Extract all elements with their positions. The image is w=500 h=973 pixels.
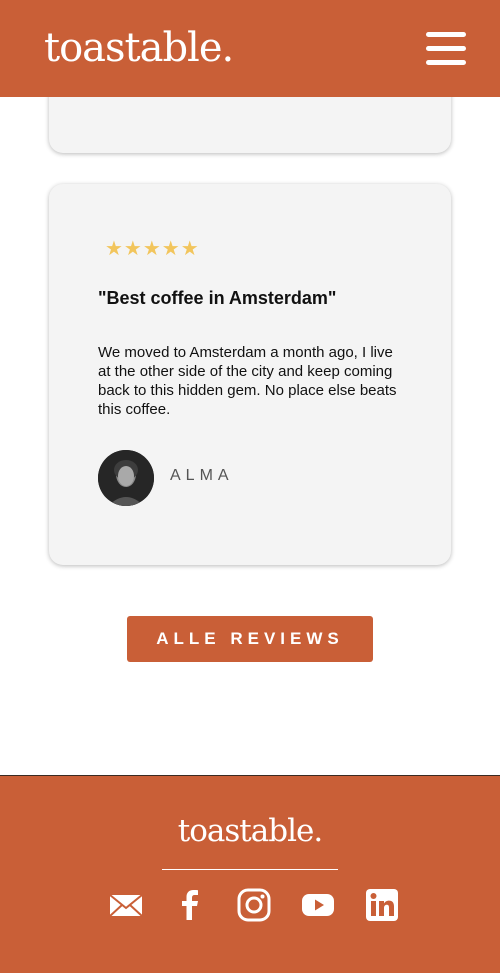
linkedin-icon[interactable] [364, 887, 400, 923]
youtube-icon[interactable] [300, 887, 336, 923]
menu-bar [426, 60, 466, 65]
reviewer-name: ALMA [170, 467, 234, 484]
menu-bar [426, 46, 466, 51]
site-footer: toastable. [0, 775, 500, 973]
instagram-icon[interactable] [236, 887, 272, 923]
facebook-icon[interactable] [172, 887, 208, 923]
menu-bar [426, 32, 466, 37]
all-reviews-button[interactable]: ALLE REVIEWS [127, 616, 373, 662]
review-title: "Best coffee in Amsterdam" [98, 288, 337, 308]
footer-divider [162, 869, 338, 870]
footer-logo[interactable]: toastable. [0, 811, 500, 851]
review-card: ★★★★★ "Best coffee in Amsterdam" We move… [49, 184, 451, 565]
review-text: We moved to Amsterdam a month ago, I liv… [98, 344, 397, 418]
avatar [98, 450, 154, 506]
site-header: toastable. [0, 0, 500, 97]
hamburger-menu-icon[interactable] [426, 32, 466, 66]
star-rating: ★★★★★ [105, 236, 200, 260]
mail-icon[interactable] [108, 887, 144, 923]
site-logo[interactable]: toastable. [44, 24, 234, 72]
